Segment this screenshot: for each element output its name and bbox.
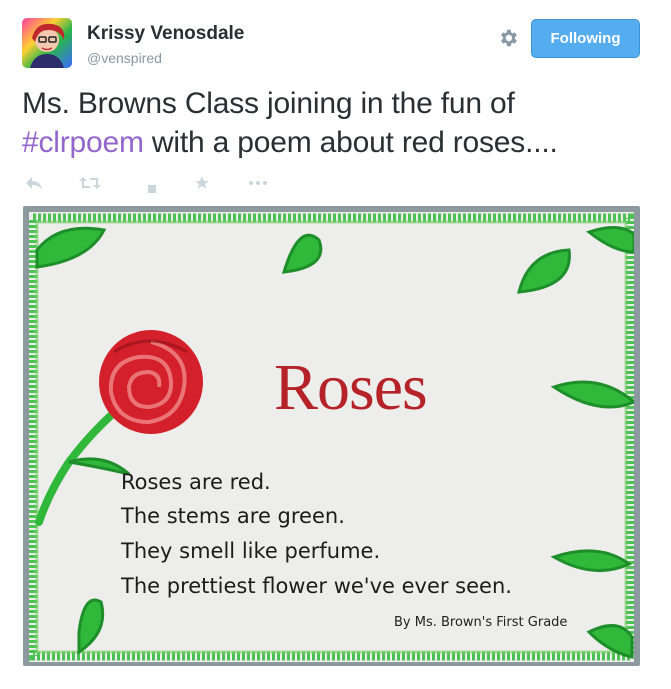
poem-title: Roses: [274, 351, 428, 424]
tweet-text-before: Ms. Browns Class joining in the fun of: [22, 87, 515, 120]
favorite-star-icon[interactable]: [192, 172, 212, 194]
reply-icon[interactable]: [24, 172, 44, 194]
avatar-portrait-icon: [30, 23, 65, 68]
gear-icon[interactable]: [497, 27, 519, 49]
user-name[interactable]: Krissy Venosdale: [87, 23, 244, 45]
poem-line-3: They smell like perfume.: [121, 539, 381, 563]
tweet: Krissy Venosdale @venspired Following Ms…: [0, 0, 671, 689]
more-dots-icon[interactable]: [246, 172, 270, 194]
retweet-icon[interactable]: [78, 172, 102, 194]
poem-line-4: The prettiest flower we've ever seen.: [121, 574, 512, 598]
tweet-media-photo[interactable]: Roses Roses are red. The stems are green…: [23, 206, 640, 666]
poem-line-2: The stems are green.: [121, 504, 345, 528]
avatar[interactable]: [22, 18, 72, 68]
tweet-text: Ms. Browns Class joining in the fun of #…: [22, 84, 642, 162]
following-button[interactable]: Following: [531, 19, 640, 58]
tweet-text-after: with a poem about red roses....: [143, 126, 558, 159]
count-dot-icon: [146, 178, 158, 200]
poem-byline: By Ms. Brown's First Grade: [394, 615, 568, 630]
poem-line-1: Roses are red.: [121, 470, 271, 494]
user-handle[interactable]: @venspired: [87, 50, 162, 66]
hashtag-link[interactable]: #clrpoem: [22, 126, 144, 159]
poem-card: Roses Roses are red. The stems are green…: [29, 212, 634, 662]
